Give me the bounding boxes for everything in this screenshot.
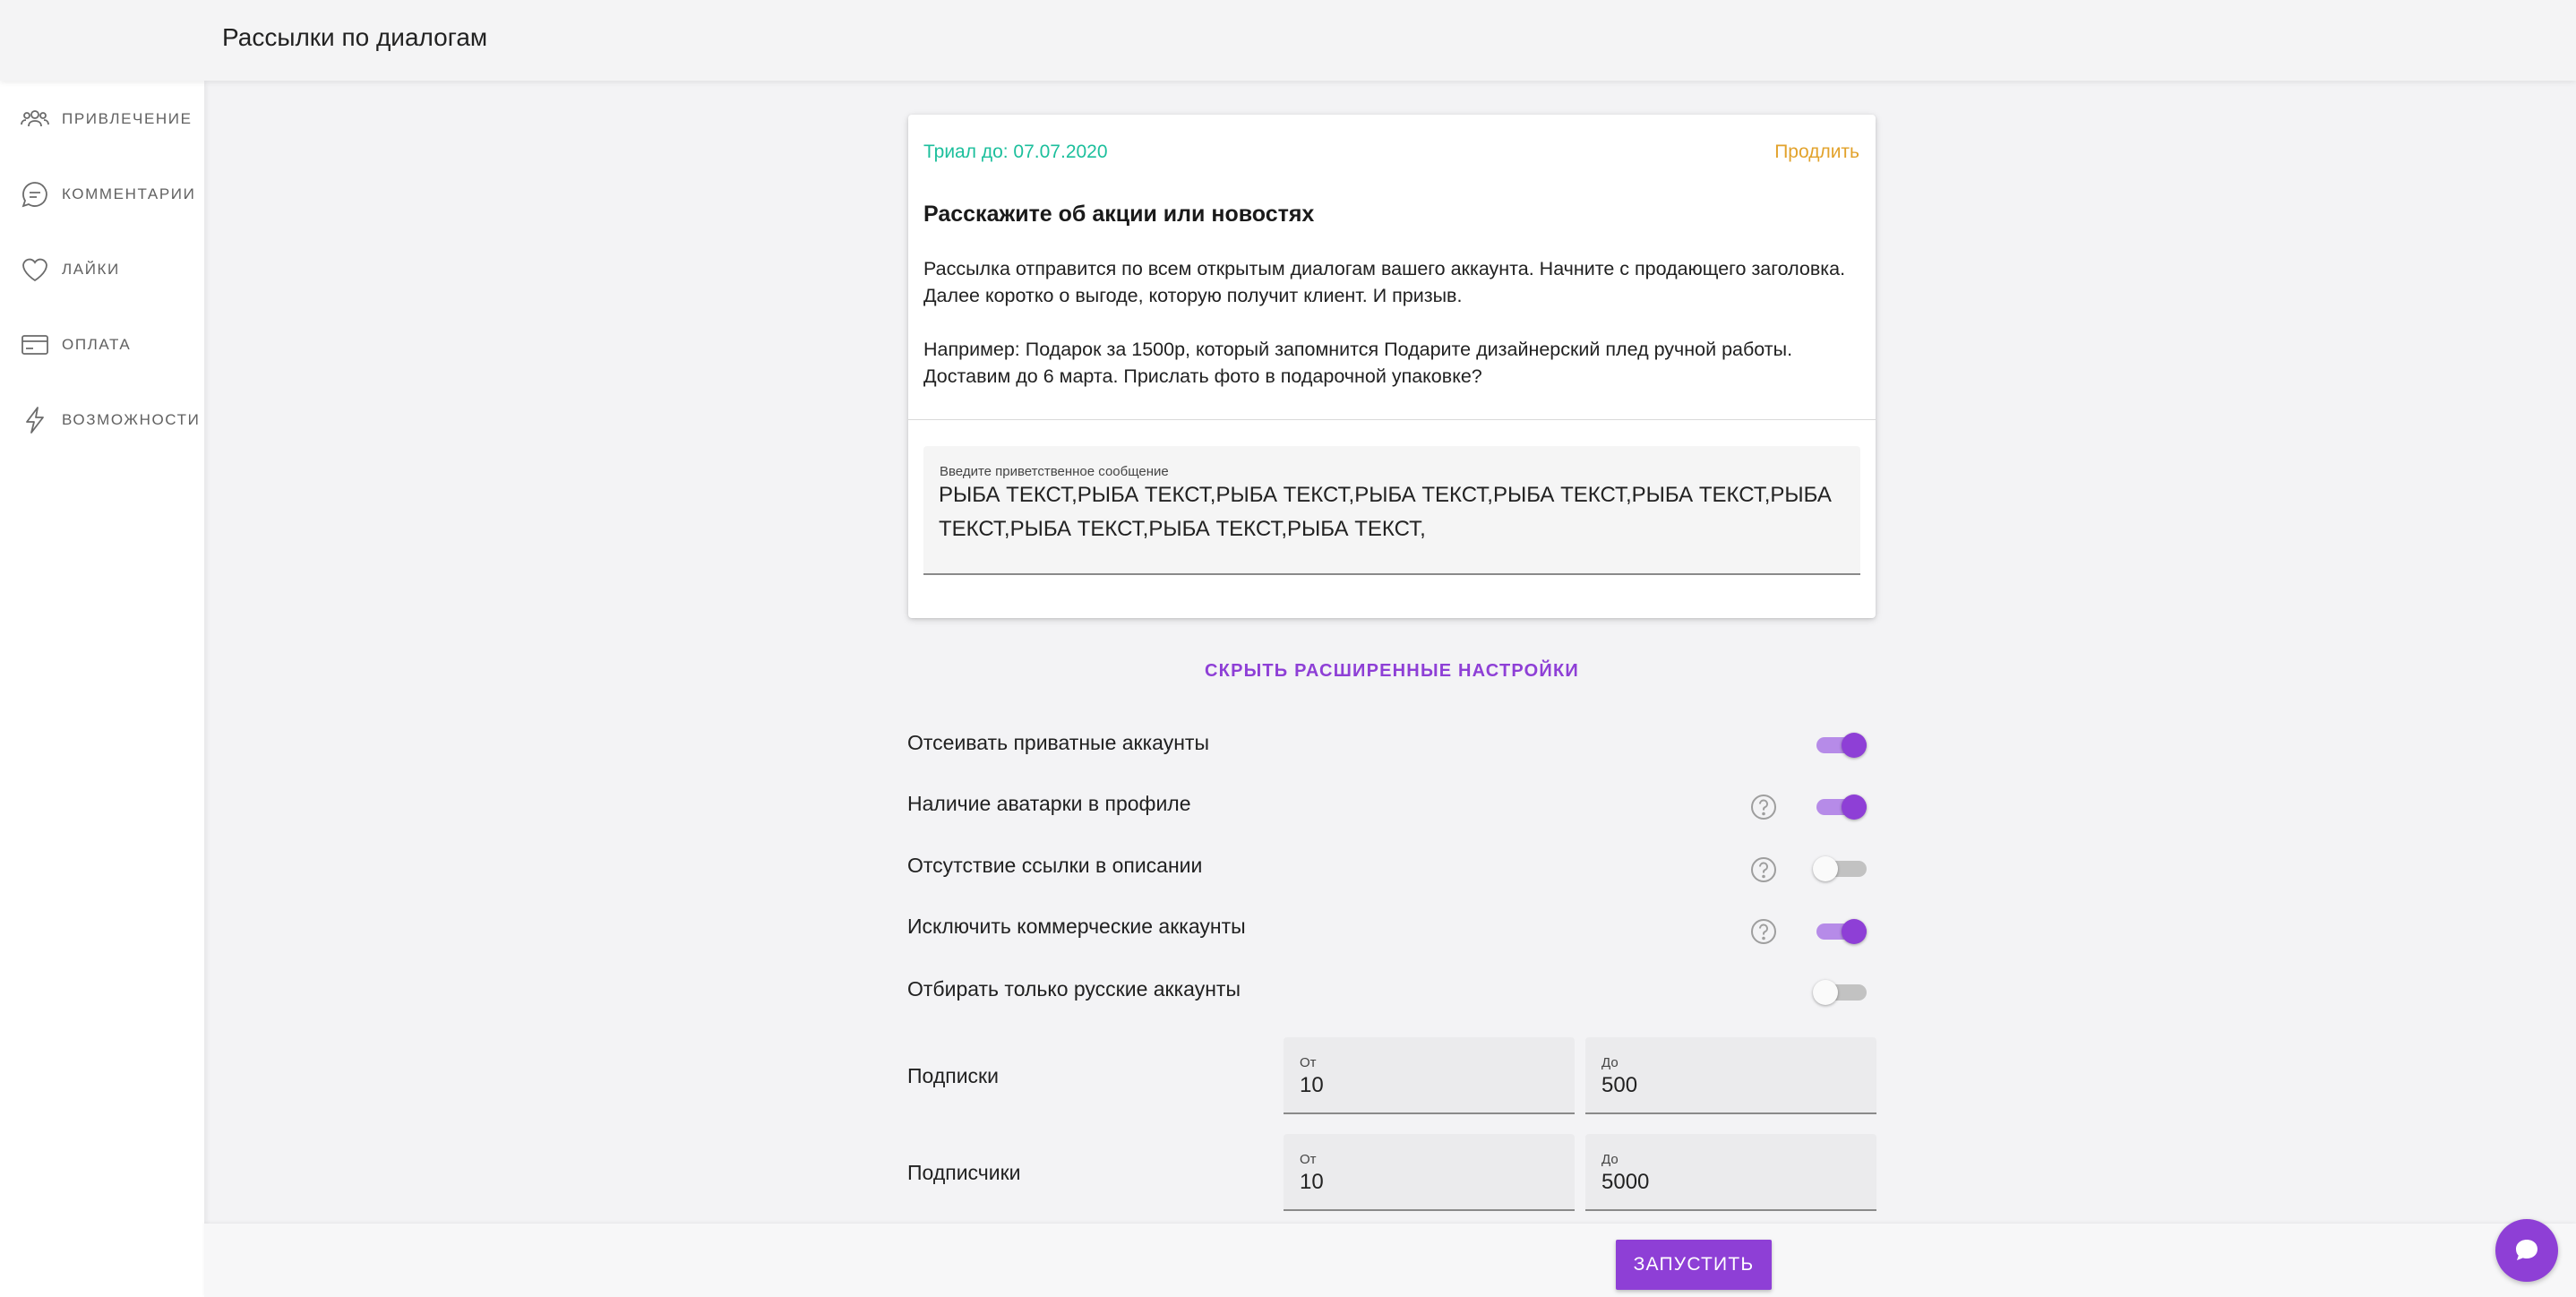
option-label-no-link: Отсутствие ссылки в описании xyxy=(907,854,1203,877)
people-icon xyxy=(20,104,50,134)
sidebar-item-label: КОММЕНТАРИИ xyxy=(62,185,196,202)
subscribers-from-field[interactable]: От 10 xyxy=(1284,1134,1575,1211)
card-example: Например: Подарок за 1500р, который запо… xyxy=(923,339,1793,387)
hide-advanced-settings-link[interactable]: СКРЫТЬ РАСШИРЕННЫЕ НАСТРОЙКИ xyxy=(908,661,1876,682)
sidebar-item-label: ЛАЙКИ xyxy=(62,261,120,278)
field-label: От xyxy=(1300,1055,1317,1070)
field-label: До xyxy=(1601,1152,1619,1167)
trial-status: Триал до: 07.07.2020 xyxy=(923,142,1108,162)
option-label-russian: Отбирать только русские аккаунты xyxy=(907,977,1241,1001)
sidebar-item-comments[interactable]: КОММЕНТАРИИ xyxy=(0,163,204,226)
page-title: Рассылки по диалогам xyxy=(222,23,488,51)
card-divider xyxy=(908,419,1876,420)
option-label-commercial: Исключить коммерческие аккаунты xyxy=(907,915,1246,938)
sidebar-item-label: ОПЛАТА xyxy=(62,336,132,353)
sidebar-item-attraction[interactable]: ПРИВЛЕЧЕНИЕ xyxy=(0,88,204,150)
subscriptions-to-input[interactable]: 500 xyxy=(1601,1073,1637,1098)
toggle-commercial[interactable] xyxy=(1813,916,1867,947)
subscribers-label: Подписчики xyxy=(907,1161,1021,1184)
option-label-private: Отсеивать приватные аккаунты xyxy=(907,731,1209,754)
subscriptions-from-field[interactable]: От 10 xyxy=(1284,1037,1575,1114)
heart-icon xyxy=(20,254,50,285)
extend-link[interactable]: Продлить xyxy=(1774,142,1859,163)
app-header: Рассылки по диалогам xyxy=(0,0,2576,81)
message-field[interactable]: Введите приветственное сообщение РЫБА ТЕ… xyxy=(923,446,1860,575)
sidebar-item-features[interactable]: ВОЗМОЖНОСТИ xyxy=(0,389,204,451)
help-icon[interactable] xyxy=(1749,793,1778,821)
credit-card-icon xyxy=(20,330,50,360)
card-description: Рассылка отправится по всем открытым диа… xyxy=(923,258,1846,306)
subscriptions-to-field[interactable]: До 500 xyxy=(1585,1037,1876,1114)
message-field-label: Введите приветственное сообщение xyxy=(940,464,1169,479)
toggle-russian-only[interactable] xyxy=(1813,977,1867,1008)
run-button[interactable]: ЗАПУСТИТЬ xyxy=(1616,1240,1772,1290)
field-label: До xyxy=(1601,1055,1619,1070)
subscriptions-from-input[interactable]: 10 xyxy=(1300,1073,1324,1098)
bottom-action-bar: ЗАПУСТИТЬ xyxy=(204,1224,2576,1297)
subscriptions-label: Подписки xyxy=(907,1064,999,1087)
toggle-no-link[interactable] xyxy=(1813,854,1867,884)
lightning-icon xyxy=(20,405,50,435)
chat-icon xyxy=(2516,1240,2537,1260)
subscribers-from-input[interactable]: 10 xyxy=(1300,1170,1324,1195)
option-label-avatar: Наличие аватарки в профиле xyxy=(907,792,1191,815)
message-input[interactable]: РЫБА ТЕКСТ,РЫБА ТЕКСТ,РЫБА ТЕКСТ,РЫБА ТЕ… xyxy=(939,478,1852,546)
chat-button[interactable] xyxy=(2495,1219,2558,1282)
help-icon[interactable] xyxy=(1749,855,1778,884)
toggle-private-accounts[interactable] xyxy=(1813,730,1867,760)
sidebar: ПРИВЛЕЧЕНИЕ КОММЕНТАРИИ ЛАЙКИ ОПЛАТА ВОЗ… xyxy=(0,81,204,1297)
subscribers-to-input[interactable]: 5000 xyxy=(1601,1170,1649,1195)
help-icon[interactable] xyxy=(1749,917,1778,946)
card-heading: Расскажите об акции или новостях xyxy=(923,202,1315,227)
comment-icon xyxy=(20,179,50,210)
subscribers-to-field[interactable]: До 5000 xyxy=(1585,1134,1876,1211)
sidebar-item-label: ВОЗМОЖНОСТИ xyxy=(62,411,201,428)
sidebar-item-likes[interactable]: ЛАЙКИ xyxy=(0,238,204,301)
sidebar-item-label: ПРИВЛЕЧЕНИЕ xyxy=(62,110,193,127)
sidebar-item-payment[interactable]: ОПЛАТА xyxy=(0,314,204,376)
field-label: От xyxy=(1300,1152,1317,1167)
toggle-avatar[interactable] xyxy=(1813,792,1867,822)
campaign-card: Триал до: 07.07.2020 Продлить Расскажите… xyxy=(908,115,1876,618)
